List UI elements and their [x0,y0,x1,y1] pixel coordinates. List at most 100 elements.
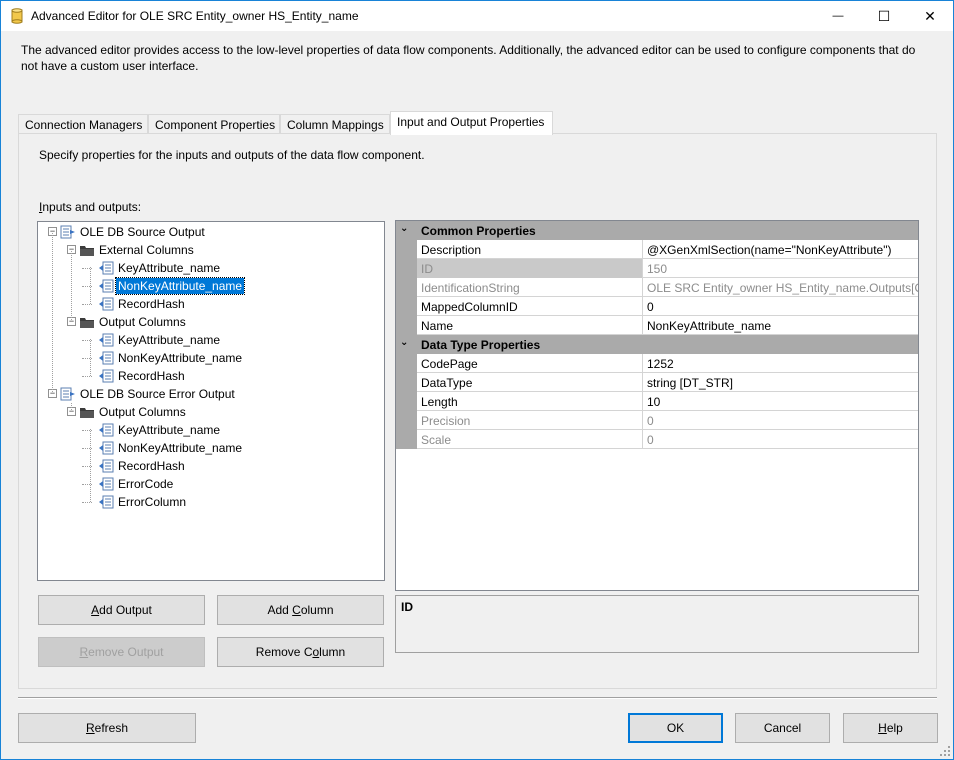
tree-connector [82,304,92,305]
property-name[interactable]: DataType [417,373,643,392]
property-row[interactable]: MappedColumnID 0 [396,297,918,316]
tree-column-item[interactable]: KeyAttribute_name [116,422,222,438]
tree-column-item[interactable]: RecordHash [116,368,187,384]
row-gutter [396,240,417,259]
property-row[interactable]: IdentificationString OLE SRC Entity_owner… [396,278,918,297]
property-name[interactable]: Name [417,316,643,335]
tree-column-item[interactable]: RecordHash [116,296,187,312]
tree-output-item[interactable]: OLE DB Source Output [78,224,207,240]
tree-column-item[interactable]: ErrorColumn [116,494,188,510]
tree-column-item[interactable]: KeyAttribute_name [116,332,222,348]
property-row[interactable]: DataType string [DT_STR] [396,373,918,392]
column-icon [98,333,114,347]
column-icon [98,297,114,311]
property-value: 0 [647,433,654,447]
tab-input-output-properties[interactable]: Input and Output Properties [390,111,553,135]
tree-column-item[interactable]: KeyAttribute_name [116,260,222,276]
property-row[interactable]: Precision 0 [396,411,918,430]
help-button[interactable]: Help [843,713,938,743]
folder-icon [79,405,95,419]
tree-connector [82,376,92,377]
property-value[interactable]: string [DT_STR] [643,373,918,392]
row-gutter [396,259,417,278]
resize-grip-icon[interactable] [939,745,951,757]
property-name[interactable]: Length [417,392,643,411]
property-value[interactable]: @XGenXmlSection(name="NonKeyAttribute") [643,240,918,259]
column-icon [98,459,114,473]
refresh-button[interactable]: Refresh [18,713,196,743]
property-category[interactable]: ⌄ Data Type Properties [396,335,918,354]
maximize-icon: ☐ [877,7,891,24]
collapse-icon[interactable]: ⌄ [400,223,414,234]
property-row[interactable]: Description @XGenXmlSection(name="NonKeyA… [396,240,918,259]
property-name[interactable]: MappedColumnID [417,297,643,316]
property-name[interactable]: Precision [417,411,643,430]
tree-connector [90,429,91,502]
column-icon [98,423,114,437]
property-grid[interactable]: ⌄ Common Properties Description @XGenXmlSec… [395,220,919,591]
column-icon [98,495,114,509]
tree-connector [52,231,53,394]
minimize-button[interactable]: — [815,1,861,31]
folder-icon [79,315,95,329]
property-value: 0 [647,414,654,428]
tree-folder-item[interactable]: Output Columns [97,314,188,330]
category-label: Data Type Properties [421,338,541,352]
editor-description: The advanced editor provides access to t… [21,43,916,73]
tree-column-item[interactable]: ErrorCode [116,476,175,492]
property-value[interactable]: NonKeyAttribute_name [643,316,918,335]
tree-column-item[interactable]: NonKeyAttribute_name [116,350,244,366]
property-category[interactable]: ⌄ Common Properties [396,221,918,240]
column-icon [98,369,114,383]
row-gutter [396,297,417,316]
property-row[interactable]: Name NonKeyAttribute_name [396,316,918,335]
row-gutter [396,354,417,373]
row-gutter [396,316,417,335]
property-value[interactable]: 1252 [643,354,918,373]
tree-folder-item[interactable]: External Columns [97,242,196,258]
property-row[interactable]: CodePage 1252 [396,354,918,373]
property-row[interactable]: Length 10 [396,392,918,411]
add-column-button[interactable]: Add Column [217,595,384,625]
advanced-editor-window: Advanced Editor for OLE SRC Entity_owner… [0,0,954,760]
column-icon [98,261,114,275]
inputs-outputs-tree[interactable]: − OLE DB Source Output − External Columns Ke… [37,221,385,581]
row-gutter [396,411,417,430]
remove-column-button[interactable]: Remove Column [217,637,384,667]
close-button[interactable]: ✕ [907,1,953,31]
ok-button[interactable]: OK [628,713,723,743]
property-name[interactable]: Description [417,240,643,259]
inputs-outputs-label: Inputs and outputs: [39,200,142,214]
row-gutter [396,392,417,411]
column-icon [98,279,114,293]
tree-connector [71,403,72,412]
tree-connector [90,267,91,304]
footer-separator [18,697,937,699]
tree-connector [82,502,92,503]
add-output-button[interactable]: Add Output [38,595,205,625]
tree-column-item[interactable]: NonKeyAttribute_name [114,277,246,295]
remove-output-button[interactable]: Remove Output [38,637,205,667]
tree-column-item[interactable]: RecordHash [116,458,187,474]
output-icon [60,387,76,401]
property-value[interactable]: 0 [643,297,918,316]
tab-component-properties[interactable]: Component Properties [148,114,280,134]
property-name[interactable]: ID [417,259,643,278]
tab-connection-managers[interactable]: Connection Managers [18,114,148,134]
tab-column-mappings[interactable]: Column Mappings [280,114,390,134]
property-row[interactable]: Scale 0 [396,430,918,449]
collapse-icon[interactable]: ⌄ [400,337,414,348]
property-name[interactable]: Scale [417,430,643,449]
tree-output-item[interactable]: OLE DB Source Error Output [78,386,237,402]
category-label: Common Properties [421,224,536,238]
title-bar[interactable]: Advanced Editor for OLE SRC Entity_owner… [1,1,953,31]
tree-folder-item[interactable]: Output Columns [97,404,188,420]
property-value[interactable]: 10 [643,392,918,411]
property-name[interactable]: CodePage [417,354,643,373]
property-row[interactable]: ID 150 [396,259,918,278]
column-icon [98,441,114,455]
cancel-button[interactable]: Cancel [735,713,830,743]
tree-column-item[interactable]: NonKeyAttribute_name [116,440,244,456]
property-name[interactable]: IdentificationString [417,278,643,297]
maximize-button[interactable]: ☐ [861,1,907,31]
